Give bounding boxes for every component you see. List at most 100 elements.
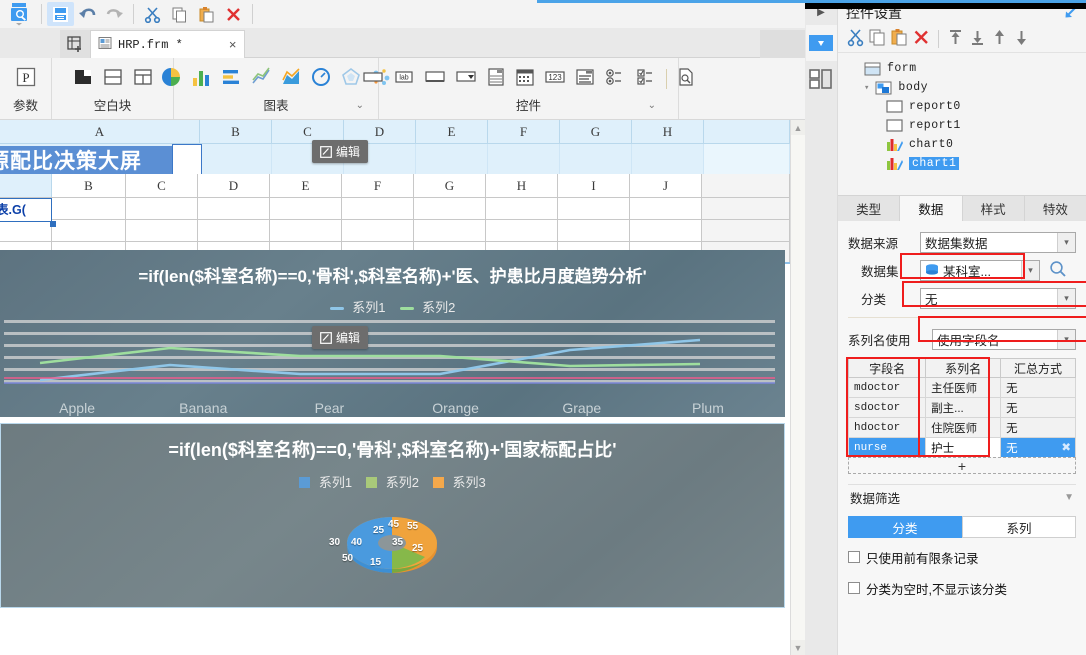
cell-series-1[interactable]: 副主... xyxy=(925,397,1002,418)
copy-button[interactable] xyxy=(166,2,193,26)
col2-header-J[interactable]: J xyxy=(630,174,702,197)
tree-node-chart0[interactable]: chart0 xyxy=(852,135,1086,154)
tree-node-report1[interactable]: report1 xyxy=(852,116,1086,135)
cell-series-2[interactable]: 住院医师 xyxy=(925,417,1002,438)
chart1-preview[interactable]: =if(len($科室名称)==0,'骨科',$科室名称)+'国家标配占比' 系… xyxy=(0,423,785,608)
col2-header-E[interactable]: E xyxy=(270,174,342,197)
col-header-A[interactable]: A xyxy=(0,120,200,143)
formula-cell-selected[interactable]: 表.G( xyxy=(0,198,52,222)
tab-close-icon[interactable]: × xyxy=(229,37,237,52)
table-row[interactable]: mdoctor 主任医师 无 xyxy=(847,377,1076,398)
line-chart-icon[interactable] xyxy=(251,67,271,90)
category-select[interactable]: 无 ▾ xyxy=(920,287,1076,309)
move-down-button[interactable] xyxy=(1012,28,1031,50)
cell-series-0[interactable]: 主任医师 xyxy=(925,377,1002,398)
segment-category[interactable]: 分类 xyxy=(848,516,962,538)
th-agg[interactable]: 汇总方式 xyxy=(1000,358,1076,378)
combobox-icon[interactable] xyxy=(455,68,477,89)
edit-badge-report0[interactable]: 编辑 xyxy=(312,140,369,163)
tree-expander-icon[interactable]: ▾ xyxy=(864,83,869,93)
remove-x-icon[interactable]: ✖ xyxy=(1061,440,1071,454)
r2c-I[interactable] xyxy=(558,198,630,219)
area-chart-icon[interactable] xyxy=(281,67,301,90)
paste-button[interactable] xyxy=(193,2,220,26)
col2-header-G[interactable]: G xyxy=(414,174,486,197)
r2c-E[interactable] xyxy=(270,198,342,219)
delete-button[interactable] xyxy=(912,28,931,50)
textarea-icon[interactable] xyxy=(424,68,446,89)
tab-data[interactable]: 数据 xyxy=(900,196,963,221)
cell-agg-0[interactable]: 无 xyxy=(1000,377,1076,398)
listbox-icon[interactable] xyxy=(486,67,506,90)
chart0-preview[interactable]: =if(len($科室名称)==0,'骨科',$科室名称)+'医、护患比月度趋势… xyxy=(0,250,785,417)
filter-section-header[interactable]: 数据筛选 ▼ xyxy=(848,484,1076,510)
tab-style[interactable]: 样式 xyxy=(962,196,1025,221)
cell-agg-3[interactable]: 无 ✖ xyxy=(1000,437,1076,458)
chevron-down-icon[interactable]: ⌄ xyxy=(648,100,656,111)
r2c-G[interactable] xyxy=(414,198,486,219)
scroll-up-arrow-icon[interactable]: ▲ xyxy=(791,120,805,135)
col-header-H[interactable]: H xyxy=(632,120,704,143)
undo-button[interactable] xyxy=(74,2,101,26)
r3c-E[interactable] xyxy=(270,220,342,241)
r3c-I[interactable] xyxy=(558,220,630,241)
cut-button[interactable] xyxy=(846,28,865,50)
block-split-icon[interactable] xyxy=(102,66,124,91)
label-icon[interactable]: lab xyxy=(393,68,415,89)
copy-button[interactable] xyxy=(868,28,887,50)
chevron-down-icon[interactable]: ▾ xyxy=(1021,260,1039,280)
edit-badge-chart0[interactable]: 编辑 xyxy=(312,326,369,349)
legend-item-s1[interactable]: 系列1 xyxy=(299,472,352,491)
col2-header-B[interactable]: B xyxy=(52,174,126,197)
col2-header-I[interactable]: I xyxy=(558,174,630,197)
move-up-button[interactable] xyxy=(990,28,1009,50)
chevron-down-icon[interactable]: ▾ xyxy=(1057,232,1075,252)
col2-header-H[interactable]: H xyxy=(486,174,558,197)
tree-node-body[interactable]: ▾ body xyxy=(852,78,1086,97)
checkbox-limit-records[interactable]: 只使用前有限条记录 xyxy=(848,545,1076,569)
r3c-G[interactable] xyxy=(414,220,486,241)
legend-item-s3[interactable]: 系列3 xyxy=(432,472,486,491)
r2c-B[interactable] xyxy=(52,198,126,219)
checkbox-group-icon[interactable] xyxy=(635,67,657,90)
cell-field-2[interactable]: hdoctor xyxy=(847,417,927,438)
col-header-E[interactable]: E xyxy=(416,120,488,143)
number-icon[interactable]: 123 xyxy=(544,68,566,89)
cell-field-3[interactable]: nurse xyxy=(847,437,927,458)
datasource-select[interactable]: 数据集数据 ▾ xyxy=(920,231,1076,253)
move-to-bottom-button[interactable] xyxy=(968,28,987,50)
cell-agg-2[interactable]: 无 xyxy=(1000,417,1076,438)
table-row[interactable]: hdoctor 住院医师 无 xyxy=(847,417,1076,438)
r3c-J[interactable] xyxy=(630,220,702,241)
checkbox-icon[interactable] xyxy=(848,551,860,563)
col2-header-D[interactable]: D xyxy=(198,174,270,197)
dataset-select[interactable]: 某科室... ▾ xyxy=(920,259,1040,281)
radar-chart-icon[interactable] xyxy=(341,67,361,90)
paste-button[interactable] xyxy=(890,28,909,50)
datepicker-icon[interactable] xyxy=(515,67,535,90)
legend-item-s2[interactable]: 系列2 xyxy=(366,472,419,491)
new-sheet-icon[interactable] xyxy=(60,30,90,58)
table-row[interactable]: nurse 护士 无 ✖ xyxy=(847,437,1076,458)
gauge-chart-icon[interactable] xyxy=(311,67,331,90)
formula-cell-handle[interactable] xyxy=(50,221,56,227)
r3c-C[interactable] xyxy=(126,220,198,241)
collapse-triangle-icon[interactable]: ▼ xyxy=(1064,492,1074,503)
scroll-down-arrow-icon[interactable]: ▼ xyxy=(791,640,805,655)
segment-series[interactable]: 系列 xyxy=(962,516,1076,538)
cut-button[interactable] xyxy=(139,2,166,26)
col2-header-F[interactable]: F xyxy=(342,174,414,197)
tab-effects[interactable]: 特效 xyxy=(1024,196,1086,221)
r3c-A[interactable] xyxy=(0,220,52,241)
legend-item-series2[interactable]: 系列2 xyxy=(399,297,455,316)
r2c-H[interactable] xyxy=(486,198,558,219)
r3c-H[interactable] xyxy=(486,220,558,241)
rail-layout-button[interactable] xyxy=(806,61,837,97)
save-button[interactable] xyxy=(47,2,74,26)
bar-chart-icon[interactable] xyxy=(191,67,211,90)
pie-chart-icon[interactable] xyxy=(161,67,181,90)
add-series-row-button[interactable]: + xyxy=(848,457,1076,474)
r2c-J[interactable] xyxy=(630,198,702,219)
cell-agg-1[interactable]: 无 xyxy=(1000,397,1076,418)
cell-series-3[interactable]: 护士 xyxy=(925,437,1002,458)
